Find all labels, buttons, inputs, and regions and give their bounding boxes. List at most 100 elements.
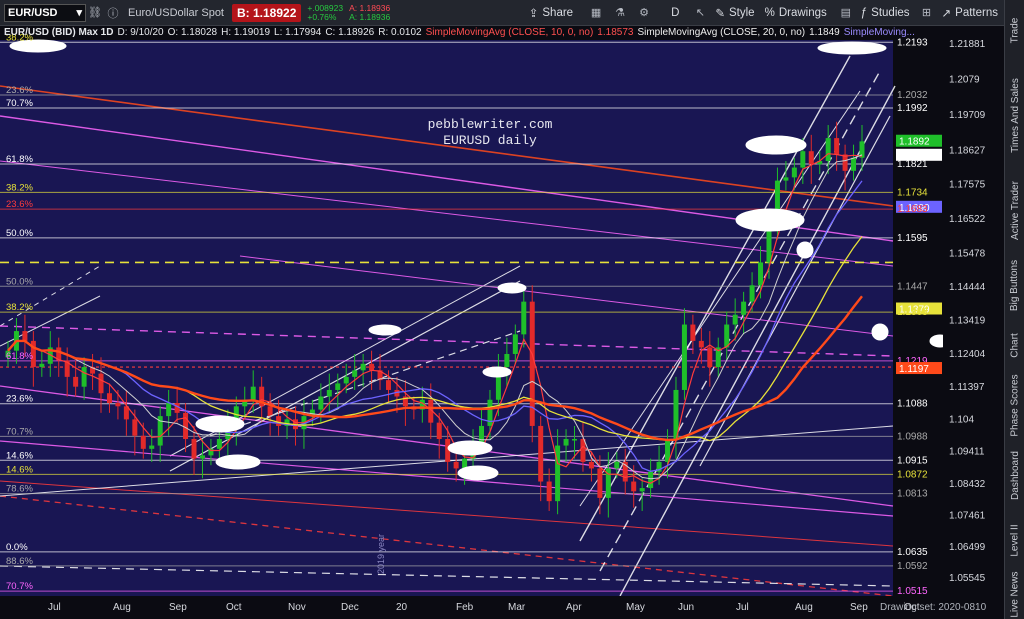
candle-body bbox=[808, 151, 814, 165]
candle-body bbox=[783, 177, 789, 181]
change-percent: +0.76% bbox=[307, 11, 337, 22]
candle-body bbox=[707, 347, 713, 368]
price-level-label: 1.1088 bbox=[897, 399, 928, 410]
side-tab-active-trader[interactable]: Active Trader bbox=[1005, 170, 1024, 250]
flask-icon[interactable]: ⚗ bbox=[611, 4, 629, 22]
price-level-label: 1.1447 bbox=[897, 281, 928, 292]
price-axis-tick: 1.13419 bbox=[949, 316, 986, 327]
price-axis-tick: 1.12404 bbox=[949, 349, 986, 360]
annotation-ellipse bbox=[195, 415, 245, 433]
chart-canvas[interactable]: pebblewriter.comEURUSD daily 2019 year 38.… bbox=[0, 26, 1004, 619]
candle-body bbox=[563, 439, 569, 446]
time-axis-tick: Sep bbox=[850, 602, 868, 613]
price-level-label: 1.1595 bbox=[897, 233, 928, 244]
candle-body bbox=[749, 285, 755, 302]
time-axis-tick: May bbox=[626, 602, 645, 613]
candle-body bbox=[22, 331, 28, 341]
ask-secondary: A: 1.18936 bbox=[349, 11, 391, 22]
sma10-label[interactable]: SimpleMovingAvg (CLOSE, 10, 0, no) bbox=[426, 27, 594, 40]
patterns-icon: ↗ bbox=[941, 7, 952, 20]
fib-label: 0.0% bbox=[6, 542, 28, 553]
time-axis-tick: Feb bbox=[456, 602, 474, 613]
price-level-label: 1.0813 bbox=[897, 489, 928, 500]
drawing-set-label[interactable]: Drawing set: 2020-0810 bbox=[880, 602, 986, 613]
ohlc-range: R: 0.0102 bbox=[378, 27, 422, 38]
timeframe-button[interactable]: D bbox=[671, 7, 679, 19]
style-button[interactable]: ✎ Style bbox=[715, 6, 754, 20]
candle-body bbox=[149, 445, 155, 449]
ohlc-date: D: 9/10/20 bbox=[117, 27, 164, 38]
drawings-icon: % bbox=[764, 6, 775, 19]
grid-icon[interactable]: ⊞ bbox=[918, 4, 936, 22]
fib-label: 70.7% bbox=[6, 98, 33, 109]
link-icon[interactable]: ⛓ bbox=[86, 4, 104, 22]
price-chart[interactable]: pebblewriter.com EURUSD daily 2019 year 38.… bbox=[0, 26, 1004, 619]
share-button[interactable]: ⇪ Share bbox=[529, 6, 573, 20]
price-axis-tick: 1.14444 bbox=[949, 282, 986, 293]
chart-settings-icon[interactable]: ▤ bbox=[837, 4, 855, 22]
side-tab-label: Active Trader bbox=[1009, 180, 1021, 240]
price-level-label: 1.0872 bbox=[897, 469, 928, 480]
candle-body bbox=[724, 324, 730, 348]
price-axis-tick: 1.19709 bbox=[949, 110, 986, 121]
chart-toolbar: EUR/USD ▾ ⛓ ⓘ Euro/USDollar Spot B: 1.18… bbox=[0, 0, 1004, 26]
candle-body bbox=[825, 138, 831, 162]
price-level-label: 1.0635 bbox=[897, 547, 928, 558]
sma-more-label[interactable]: SimpleMoving... bbox=[844, 27, 915, 40]
candle-body bbox=[343, 376, 349, 384]
price-level-label: 1.1992 bbox=[897, 103, 928, 114]
patterns-button[interactable]: ↗ Patterns bbox=[942, 6, 998, 20]
side-tab-live-news[interactable]: Live News bbox=[1005, 570, 1024, 619]
side-tab-label: Dashboard bbox=[1009, 450, 1021, 500]
price-level-label: 1.1683 bbox=[897, 204, 928, 215]
side-tab-dashboard[interactable]: Dashboard bbox=[1005, 440, 1024, 510]
side-tab-level-ii[interactable]: Level II bbox=[1005, 510, 1024, 570]
sma10-value: 1.18573 bbox=[597, 27, 634, 38]
side-tab-trade[interactable]: Trade bbox=[1005, 0, 1024, 60]
drawings-button[interactable]: % Drawings bbox=[765, 7, 827, 19]
annotation-ellipse bbox=[871, 323, 889, 341]
time-axis-tick: Apr bbox=[566, 602, 582, 613]
annotation-ellipse bbox=[457, 465, 499, 481]
price-axis-tick: 1.2079 bbox=[949, 75, 980, 86]
candle-body bbox=[166, 403, 172, 417]
side-tab-phase-scores[interactable]: Phase Scores bbox=[1005, 370, 1024, 440]
candle-down bbox=[529, 285, 535, 443]
price-axis-tick: 1.17575 bbox=[949, 180, 986, 191]
price-axis-tick: 1.15478 bbox=[949, 248, 986, 259]
side-tab-label: Live News bbox=[1009, 571, 1021, 618]
sma20-value: 1.1849 bbox=[809, 27, 840, 38]
side-tab-times-and-sales[interactable]: Times And Sales bbox=[1005, 60, 1024, 170]
bid-price-badge[interactable]: B: 1.18922 bbox=[232, 3, 302, 22]
side-tab-chart[interactable]: Chart bbox=[1005, 320, 1024, 370]
symbol-description: Euro/USDollar Spot bbox=[128, 6, 224, 19]
candle-body bbox=[115, 403, 121, 407]
time-axis-tick: 20 bbox=[396, 602, 408, 613]
candle-body bbox=[512, 334, 518, 354]
cursor-icon[interactable]: ↖ bbox=[691, 4, 709, 22]
time-axis-tick: Jun bbox=[678, 602, 694, 613]
candle-body bbox=[698, 340, 704, 348]
price-axis-tick: 1.21881 bbox=[949, 39, 986, 50]
candle-body bbox=[132, 419, 138, 436]
price-axis-tick: 1.11397 bbox=[949, 382, 985, 393]
price-level-label: 1.1734 bbox=[897, 187, 928, 198]
candle-body bbox=[360, 363, 366, 371]
symbol-selector[interactable]: EUR/USD ▾ bbox=[4, 3, 86, 22]
candle-body bbox=[250, 386, 256, 400]
gear-icon[interactable]: ⚙ bbox=[635, 4, 653, 22]
price-level-label: 1.0515 bbox=[897, 586, 928, 597]
calendar-icon[interactable]: ▦ bbox=[587, 4, 605, 22]
watermark-line-2: EURUSD daily bbox=[443, 133, 537, 148]
info-icon[interactable]: ⓘ bbox=[104, 4, 122, 22]
price-axis-tick: 1.05545 bbox=[949, 573, 986, 584]
side-tab-big-buttons[interactable]: Big Buttons bbox=[1005, 250, 1024, 320]
price-level-label: 1.1368 bbox=[897, 307, 928, 318]
price-axis-tick: 1.08432 bbox=[949, 479, 986, 490]
fib-label: 61.8% bbox=[6, 351, 33, 362]
sma20-label[interactable]: SimpleMovingAvg (CLOSE, 20, 0, no) bbox=[637, 27, 805, 40]
studies-button[interactable]: ƒ Studies bbox=[861, 7, 910, 19]
studies-icon: ƒ bbox=[860, 6, 868, 19]
candle-body bbox=[614, 461, 620, 469]
price-level-label: 1.1821 bbox=[897, 159, 928, 170]
